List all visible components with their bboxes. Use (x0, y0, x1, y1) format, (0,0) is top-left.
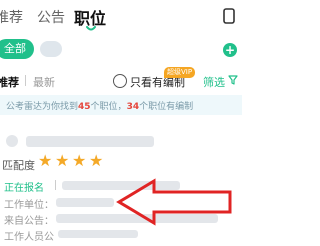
match-label: 匹配度 (2, 159, 35, 172)
red-arrow-annotation (116, 178, 232, 226)
tab-recommend[interactable]: 推荐 (0, 7, 23, 27)
job-card[interactable]: 匹配度 ★ ★ ★ ★ 正在报名 工作单位： 来自公告： 工作人员公 (0, 124, 242, 246)
banner-mid: 个职位， (90, 102, 127, 112)
filter-icon[interactable] (228, 75, 238, 85)
job-title-icon (6, 135, 18, 147)
banner-prefix: 公考雷达为你找到 (6, 102, 79, 112)
job-title-redacted (26, 136, 154, 147)
active-tab-indicator (86, 26, 96, 31)
menu-icon[interactable] (222, 8, 236, 24)
chip-all[interactable]: 全部 (0, 39, 34, 59)
chip-placeholder[interactable] (40, 41, 62, 57)
add-category-button[interactable]: + (223, 43, 237, 57)
bianzhi-count: 34 (126, 102, 140, 112)
sort-divider (25, 75, 26, 86)
sort-latest[interactable]: 最新 (33, 74, 55, 90)
source-announcement-label: 来自公告： (4, 216, 54, 227)
work-unit-redacted (56, 198, 114, 207)
sort-recommend[interactable]: 推荐 (0, 74, 19, 90)
top-tab-bar: 推荐 公告 职位 (0, 0, 242, 34)
filter-button[interactable]: 筛选 (203, 74, 225, 90)
meta-divider (55, 180, 56, 190)
star-icon: ★ (55, 151, 70, 170)
only-bianzhi-checkbox[interactable] (113, 74, 127, 88)
banner-text: 公考雷达为你找到45个职位，34个职位有编制 (6, 99, 193, 112)
total-count: 45 (78, 102, 91, 112)
star-icon: ★ (38, 151, 53, 170)
staff-redacted (58, 230, 138, 238)
star-icon: ★ (72, 151, 87, 170)
status-badge: 正在报名 (4, 183, 44, 194)
tab-announcement[interactable]: 公告 (37, 7, 65, 27)
sort-bar: 推荐 最新 只看有编制 超级VIP 筛选 (0, 66, 242, 94)
radar-info-banner: 公考雷达为你找到45个职位，34个职位有编制 (0, 95, 242, 115)
staff-label: 工作人员公 (4, 232, 54, 243)
category-chip-row: 全部 + (0, 34, 242, 64)
work-unit-label: 工作单位： (4, 200, 54, 211)
star-icon: ★ (89, 151, 104, 170)
vip-badge: 超级VIP (164, 67, 196, 78)
banner-suffix: 个职位有编制 (139, 102, 194, 112)
